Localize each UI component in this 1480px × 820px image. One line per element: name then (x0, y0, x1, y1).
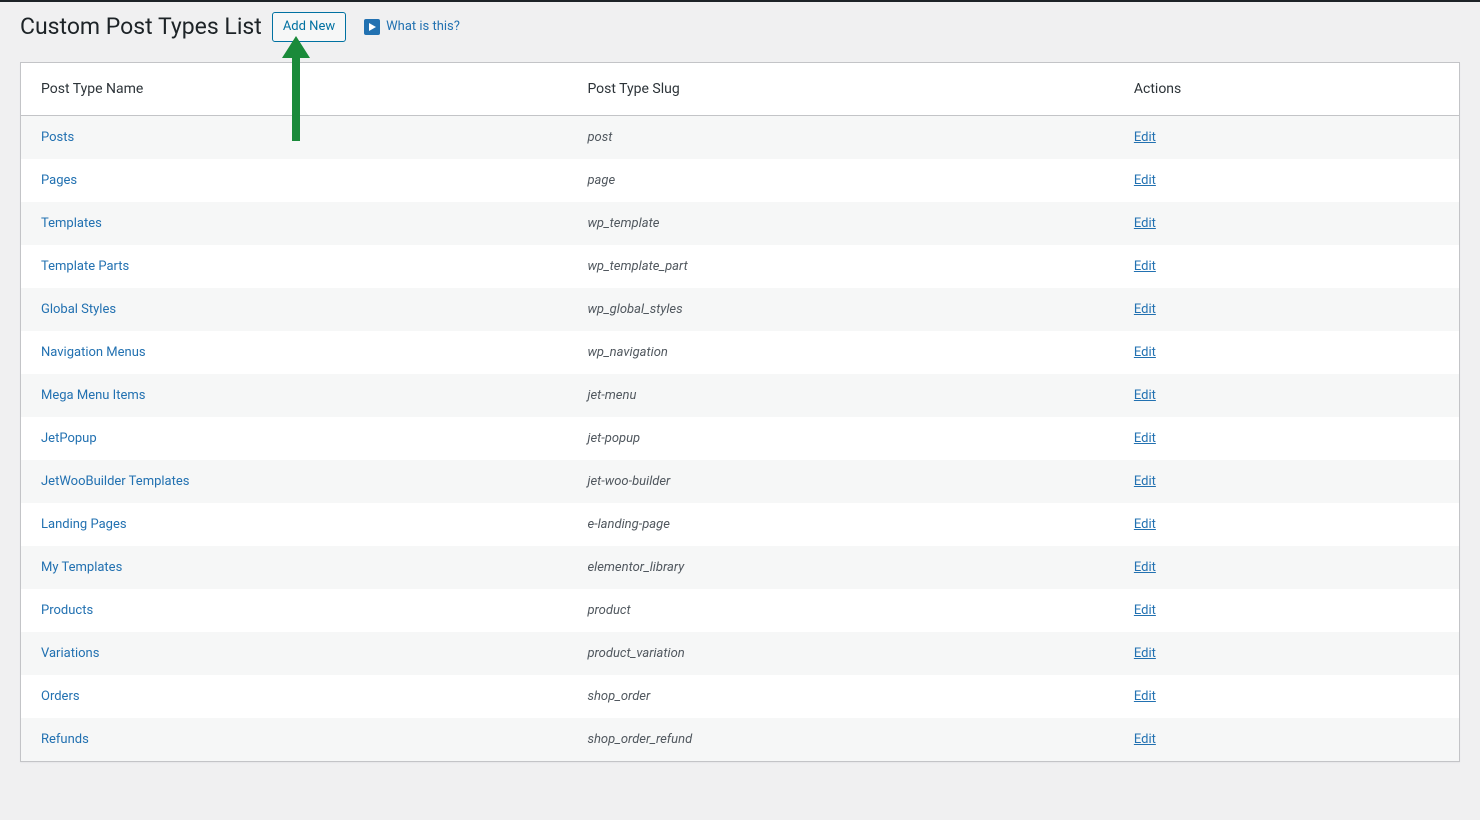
table-row: Products product Edit (21, 589, 1459, 632)
table-row: Variations product_variation Edit (21, 632, 1459, 675)
edit-link[interactable]: Edit (1134, 732, 1156, 747)
column-header-name: Post Type Name (21, 63, 567, 116)
edit-link[interactable]: Edit (1134, 646, 1156, 661)
post-type-slug: post (587, 130, 612, 145)
post-type-slug: page (587, 173, 615, 188)
post-type-name-link[interactable]: JetPopup (41, 431, 97, 446)
post-type-slug: wp_navigation (587, 345, 667, 360)
post-type-slug: wp_template (587, 216, 659, 231)
post-types-table-container: Post Type Name Post Type Slug Actions Po… (20, 62, 1460, 762)
edit-link[interactable]: Edit (1134, 431, 1156, 446)
post-type-slug: jet-menu (587, 388, 636, 403)
post-type-slug: wp_template_part (587, 259, 687, 274)
edit-link[interactable]: Edit (1134, 474, 1156, 489)
edit-link[interactable]: Edit (1134, 517, 1156, 532)
post-type-name-link[interactable]: My Templates (41, 560, 122, 575)
edit-link[interactable]: Edit (1134, 689, 1156, 704)
table-row: Pages page Edit (21, 159, 1459, 202)
edit-link[interactable]: Edit (1134, 302, 1156, 317)
table-row: Refunds shop_order_refund Edit (21, 718, 1459, 761)
post-type-name-link[interactable]: Templates (41, 216, 102, 231)
post-type-slug: jet-popup (587, 431, 640, 446)
edit-link[interactable]: Edit (1134, 173, 1156, 188)
table-row: Mega Menu Items jet-menu Edit (21, 374, 1459, 417)
page-wrap: Custom Post Types List Add New What is t… (0, 2, 1480, 782)
post-type-name-link[interactable]: Pages (41, 173, 77, 188)
page-header: Custom Post Types List Add New What is t… (20, 12, 1460, 42)
post-types-table: Post Type Name Post Type Slug Actions Po… (21, 63, 1459, 761)
page-title: Custom Post Types List (20, 12, 262, 42)
table-row: Templates wp_template Edit (21, 202, 1459, 245)
edit-link[interactable]: Edit (1134, 259, 1156, 274)
table-header-row: Post Type Name Post Type Slug Actions (21, 63, 1459, 116)
column-header-actions: Actions (1114, 63, 1459, 116)
post-type-slug: elementor_library (587, 560, 684, 575)
post-type-slug: e-landing-page (587, 517, 669, 532)
post-type-slug: jet-woo-builder (587, 474, 670, 489)
table-row: Navigation Menus wp_navigation Edit (21, 331, 1459, 374)
post-type-name-link[interactable]: Mega Menu Items (41, 388, 145, 403)
post-type-slug: shop_order (587, 689, 650, 704)
table-row: JetWooBuilder Templates jet-woo-builder Ed… (21, 460, 1459, 503)
post-type-name-link[interactable]: Posts (41, 130, 74, 145)
edit-link[interactable]: Edit (1134, 603, 1156, 618)
table-row: Orders shop_order Edit (21, 675, 1459, 718)
edit-link[interactable]: Edit (1134, 560, 1156, 575)
post-type-name-link[interactable]: Variations (41, 646, 99, 661)
post-type-name-link[interactable]: Orders (41, 689, 80, 704)
help-label: What is this? (386, 19, 460, 34)
post-type-slug: wp_global_styles (587, 302, 682, 317)
edit-link[interactable]: Edit (1134, 388, 1156, 403)
post-type-name-link[interactable]: Refunds (41, 732, 89, 747)
add-new-button[interactable]: Add New (272, 12, 346, 42)
post-type-name-link[interactable]: Navigation Menus (41, 345, 146, 360)
table-row: Global Styles wp_global_styles Edit (21, 288, 1459, 331)
table-row: Posts post Edit (21, 115, 1459, 159)
column-header-slug: Post Type Slug (567, 63, 1113, 116)
edit-link[interactable]: Edit (1134, 216, 1156, 231)
post-type-name-link[interactable]: Products (41, 603, 93, 618)
table-row: Template Parts wp_template_part Edit (21, 245, 1459, 288)
post-type-name-link[interactable]: Template Parts (41, 259, 129, 274)
post-type-name-link[interactable]: Global Styles (41, 302, 116, 317)
edit-link[interactable]: Edit (1134, 130, 1156, 145)
table-row: Landing Pages e-landing-page Edit (21, 503, 1459, 546)
table-row: JetPopup jet-popup Edit (21, 417, 1459, 460)
post-type-slug: product (587, 603, 630, 618)
post-type-slug: product_variation (587, 646, 684, 661)
post-type-name-link[interactable]: Landing Pages (41, 517, 127, 532)
post-type-name-link[interactable]: JetWooBuilder Templates (41, 474, 189, 489)
help-link[interactable]: What is this? (364, 19, 460, 35)
table-row: My Templates elementor_library Edit (21, 546, 1459, 589)
post-type-slug: shop_order_refund (587, 732, 692, 747)
play-icon (364, 19, 380, 35)
edit-link[interactable]: Edit (1134, 345, 1156, 360)
